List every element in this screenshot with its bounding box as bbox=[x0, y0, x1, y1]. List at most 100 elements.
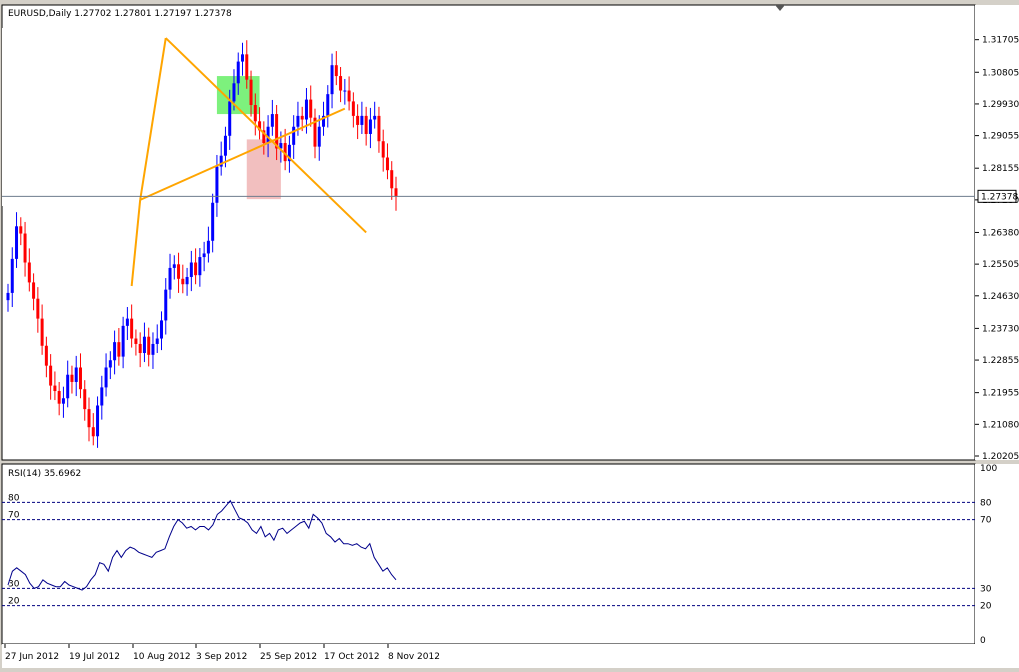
rsi-tick-label: 30 bbox=[980, 584, 992, 594]
blank-overlay bbox=[2, 28, 107, 206]
price-tick-label: 1.23730 bbox=[982, 324, 1019, 334]
price-tick-label: 1.20205 bbox=[982, 452, 1019, 462]
current-price-label: 1.27378 bbox=[981, 192, 1018, 202]
candle-body bbox=[53, 385, 57, 392]
chart-window: 80 70 30 20 1.31705 1.30805 1.29930 1.29055 1.2… bbox=[0, 0, 1019, 668]
candle-body bbox=[66, 374, 70, 399]
candle-body bbox=[296, 115, 300, 127]
candle-body bbox=[253, 105, 257, 122]
candle-body bbox=[228, 101, 232, 136]
price-tick-label: 1.29055 bbox=[982, 132, 1019, 142]
price-tick-label: 1.26380 bbox=[982, 228, 1019, 238]
candle-body bbox=[44, 345, 48, 366]
candle-body bbox=[100, 387, 104, 406]
rsi-axis-area bbox=[975, 464, 1019, 644]
candle-body bbox=[113, 342, 117, 361]
candle-body bbox=[385, 157, 389, 171]
candle-body bbox=[19, 226, 23, 234]
chart-canvas: 80 70 30 20 1.31705 1.30805 1.29930 1.29055 1.2… bbox=[1, 4, 1019, 668]
candle-body bbox=[78, 367, 82, 390]
candle-body bbox=[15, 226, 19, 259]
candle-body bbox=[202, 253, 206, 258]
rsi-level-label: 20 bbox=[8, 597, 20, 607]
candle-body bbox=[185, 276, 189, 285]
candle-body bbox=[87, 409, 91, 428]
candle-body bbox=[206, 240, 210, 254]
candle-body bbox=[232, 83, 236, 102]
candle-body bbox=[377, 115, 381, 142]
candle-body bbox=[339, 76, 343, 91]
price-tick-label: 1.28155 bbox=[982, 164, 1019, 174]
candle-body bbox=[270, 114, 274, 127]
candle-body bbox=[236, 61, 240, 84]
candle-body bbox=[147, 336, 151, 355]
rsi-label: RSI(14) 35.6962 bbox=[8, 469, 81, 479]
candle-body bbox=[381, 141, 385, 158]
candle-body bbox=[368, 119, 372, 134]
candle-body bbox=[330, 65, 334, 95]
candle-body bbox=[266, 126, 270, 144]
candle-body bbox=[49, 365, 53, 386]
rsi-tick-label: 100 bbox=[980, 464, 997, 474]
candle-body bbox=[108, 360, 112, 368]
candle-body bbox=[36, 298, 40, 319]
rsi-panel bbox=[1, 463, 976, 645]
price-tick-label: 1.24630 bbox=[982, 292, 1019, 302]
time-tick-label: 19 Jul 2012 bbox=[69, 652, 120, 662]
candle-body bbox=[142, 336, 146, 354]
candle-body bbox=[292, 126, 296, 145]
rsi-tick-label: 20 bbox=[980, 602, 992, 612]
rsi-tick-label: 70 bbox=[980, 516, 992, 526]
candle-body bbox=[249, 79, 253, 106]
time-tick-label: 25 Sep 2012 bbox=[260, 652, 317, 662]
candle-body bbox=[177, 264, 181, 279]
price-tick-label: 1.22855 bbox=[982, 356, 1019, 366]
candle-body bbox=[334, 65, 338, 77]
candle-body bbox=[211, 202, 215, 241]
candle-body bbox=[373, 115, 377, 120]
candle-body bbox=[181, 278, 185, 285]
candle-body bbox=[309, 99, 313, 118]
candle-body bbox=[134, 338, 138, 344]
candle-body bbox=[326, 94, 330, 116]
candle-body bbox=[151, 343, 155, 355]
price-tick-label: 1.31705 bbox=[982, 36, 1019, 46]
candle-body bbox=[61, 398, 65, 404]
rsi-tick-label: 80 bbox=[980, 498, 992, 508]
candle-body bbox=[104, 367, 108, 388]
price-tick-label: 1.21080 bbox=[982, 420, 1019, 430]
candle-body bbox=[70, 374, 74, 382]
price-tick-label: 1.30805 bbox=[982, 68, 1019, 78]
candle-body bbox=[6, 292, 10, 301]
candle-body bbox=[159, 320, 163, 339]
time-tick-label: 3 Sep 2012 bbox=[196, 652, 247, 662]
candle-body bbox=[360, 115, 364, 125]
candle-body bbox=[223, 135, 227, 156]
candle-body bbox=[364, 115, 368, 134]
candle-body bbox=[198, 257, 202, 276]
candle-body bbox=[241, 54, 245, 62]
candle-body bbox=[317, 126, 321, 147]
candle-body bbox=[194, 262, 198, 276]
candle-body bbox=[394, 188, 398, 197]
candle-body bbox=[155, 338, 159, 344]
candle-body bbox=[304, 99, 308, 120]
candle-body bbox=[215, 166, 219, 203]
candle-body bbox=[27, 262, 31, 283]
candle-body bbox=[351, 101, 355, 116]
price-tick-label: 1.21955 bbox=[982, 389, 1019, 399]
candle-body bbox=[40, 318, 44, 346]
candle-body bbox=[300, 115, 304, 120]
rsi-level-label: 80 bbox=[8, 493, 20, 503]
rsi-level-label: 70 bbox=[8, 511, 20, 521]
candle-body bbox=[347, 90, 351, 102]
candle-body bbox=[125, 318, 129, 326]
candle-body bbox=[10, 258, 14, 293]
candle-body bbox=[390, 170, 394, 189]
candle-body bbox=[74, 367, 78, 382]
candle-body bbox=[32, 282, 36, 299]
time-tick-label: 27 Jun 2012 bbox=[5, 652, 59, 662]
candle-body bbox=[343, 90, 347, 92]
symbol-line: EURUSD,Daily 1.27702 1.27801 1.27197 1.2… bbox=[8, 9, 232, 19]
candle-body bbox=[83, 389, 87, 410]
